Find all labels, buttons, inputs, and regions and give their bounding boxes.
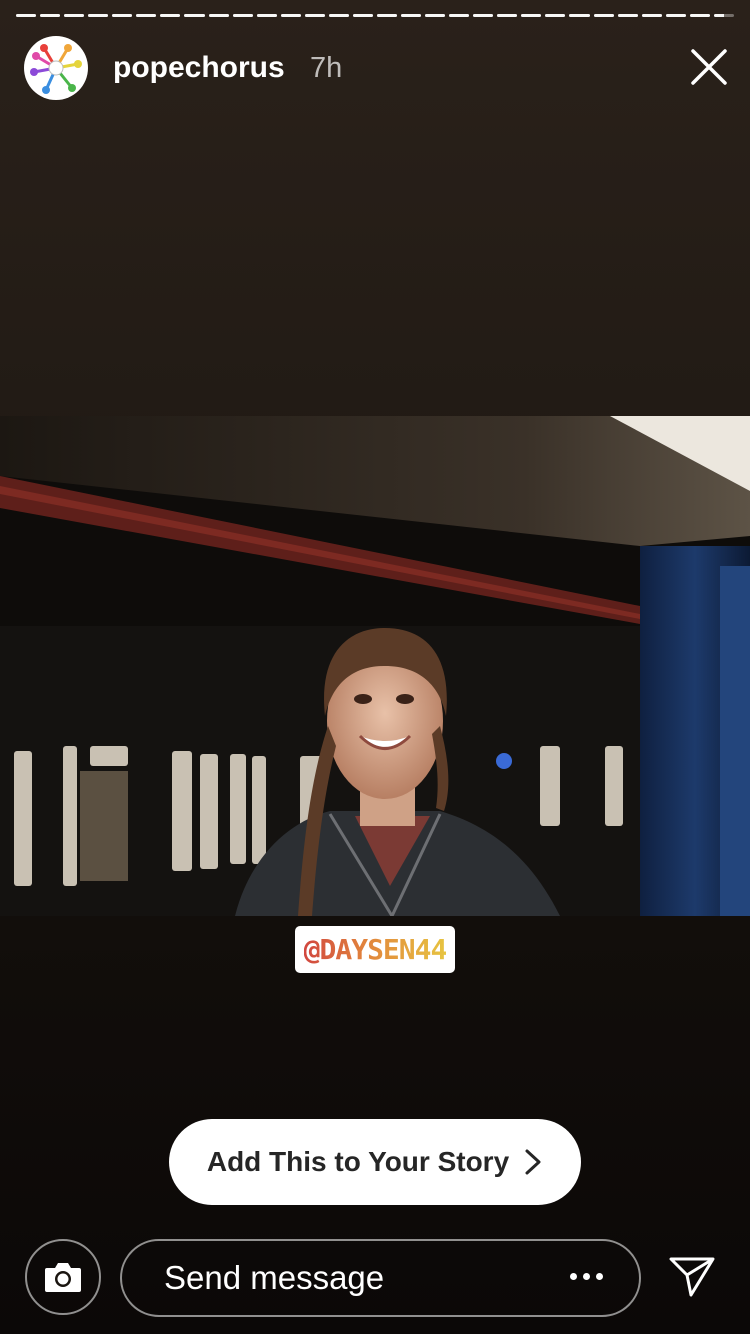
close-button[interactable] (688, 46, 730, 88)
progress-segment (280, 14, 301, 17)
progress-segment (473, 14, 494, 17)
progress-segment (569, 14, 590, 17)
chevron-right-icon (525, 1149, 541, 1175)
progress-segment (617, 14, 638, 17)
music-notes-logo-icon (25, 37, 87, 99)
progress-segment (88, 14, 109, 17)
progress-segment (328, 14, 349, 17)
username[interactable]: popechorus (113, 48, 285, 88)
progress-segment (184, 14, 205, 17)
more-dots-icon[interactable] (570, 1273, 603, 1280)
progress-segment (665, 14, 686, 17)
story-viewer[interactable]: popechorus 7h @DAYSEN44 Add This to Your… (0, 0, 750, 1334)
close-icon (691, 49, 727, 85)
progress-segment (497, 14, 518, 17)
progress-segment (16, 14, 37, 17)
progress-segment (256, 14, 277, 17)
progress-segment (593, 14, 614, 17)
direct-send-icon (669, 1257, 715, 1297)
progress-segment (449, 14, 470, 17)
mention-text: @DAYSEN44 (303, 933, 448, 966)
progress-segment (160, 14, 181, 17)
camera-icon (45, 1263, 81, 1292)
progress-segment (136, 14, 157, 17)
mention-sticker[interactable]: @DAYSEN44 (295, 926, 455, 973)
progress-segment (208, 14, 229, 17)
progress-segment (689, 14, 710, 17)
send-message-input[interactable]: Send message (120, 1239, 641, 1317)
add-to-story-label: Add This to Your Story (206, 1146, 510, 1177)
story-progress-bar (16, 14, 734, 18)
avatar[interactable] (24, 36, 88, 100)
subway-platform-photo (0, 416, 750, 916)
progress-segment (352, 14, 373, 17)
progress-segment (641, 14, 662, 17)
story-photo (0, 416, 750, 916)
progress-segment (545, 14, 566, 17)
progress-segment (713, 14, 734, 17)
progress-segment (425, 14, 446, 17)
camera-button[interactable] (25, 1239, 101, 1315)
progress-segment (232, 14, 253, 17)
progress-segment (112, 14, 133, 17)
add-to-story-button[interactable]: Add This to Your Story (169, 1119, 581, 1205)
story-timestamp: 7h (310, 52, 343, 84)
message-placeholder: Send message (164, 1259, 385, 1296)
progress-segment (304, 14, 325, 17)
progress-segment (64, 14, 85, 17)
progress-segment (40, 14, 61, 17)
progress-segment (376, 14, 397, 17)
progress-segment (521, 14, 542, 17)
progress-segment (401, 14, 422, 17)
direct-send-button[interactable] (668, 1255, 716, 1299)
